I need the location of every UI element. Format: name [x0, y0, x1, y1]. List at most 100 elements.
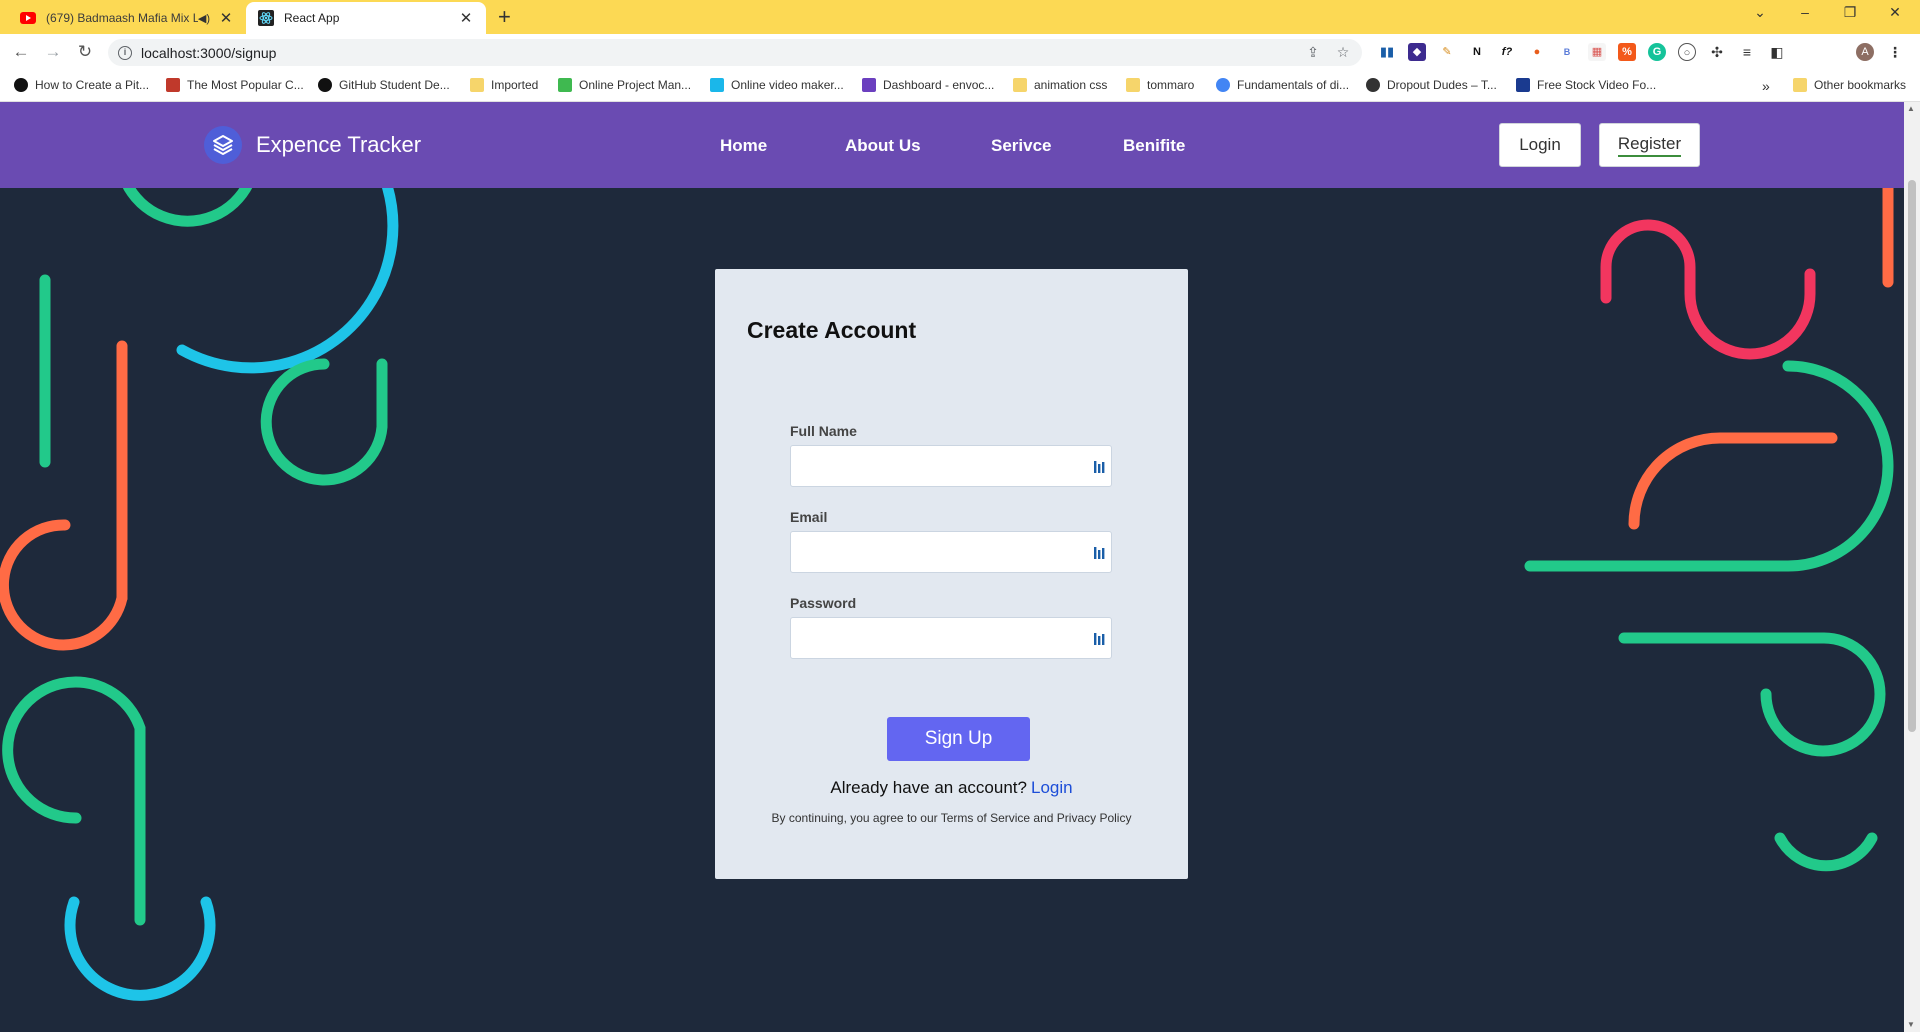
vimeo-icon: [710, 78, 724, 92]
terms-text: By continuing, you agree to our Terms of…: [771, 811, 1132, 825]
scroll-up-arrow-icon[interactable]: ▲: [1907, 104, 1915, 113]
password-field: Password: [790, 595, 1112, 659]
close-tab-icon[interactable]: ✕: [218, 9, 234, 27]
react-icon: [258, 10, 274, 26]
page-scrollbar[interactable]: ▲ ▼: [1904, 102, 1920, 1032]
reload-icon[interactable]: ↻: [74, 41, 96, 63]
extension-icon[interactable]: ○: [1678, 43, 1696, 61]
signup-card: Create Account Full Name Email Password …: [715, 269, 1188, 879]
nav-link-home[interactable]: Home: [720, 136, 767, 156]
bookmark-item[interactable]: How to Create a Pit...: [14, 78, 149, 92]
full-name-input[interactable]: [791, 446, 1111, 486]
bookmark-star-icon[interactable]: ☆: [1332, 44, 1354, 61]
scroll-down-arrow-icon[interactable]: ▼: [1907, 1020, 1915, 1029]
password-manager-icon[interactable]: [1093, 459, 1107, 475]
menu-kebab-icon[interactable]: ⋮: [1886, 43, 1904, 61]
site-info-icon[interactable]: i: [118, 45, 132, 60]
tab-title: React App: [284, 11, 340, 25]
bookmark-item[interactable]: The Most Popular C...: [166, 78, 304, 92]
email-field: Email: [790, 509, 1112, 573]
bookmark-item[interactable]: Dropout Dudes – T...: [1366, 78, 1497, 92]
sign-up-button[interactable]: Sign Up: [887, 717, 1030, 761]
full-name-input-wrapper: [790, 445, 1112, 487]
nav-link-service[interactable]: Serivce: [991, 136, 1052, 156]
extension-icon[interactable]: f?: [1498, 43, 1516, 61]
nav-link-about-us[interactable]: About Us: [845, 136, 921, 156]
bookmark-item[interactable]: GitHub Student De...: [318, 78, 450, 92]
bookmark-item[interactable]: Online video maker...: [710, 78, 844, 92]
bookmark-item[interactable]: Free Stock Video Fo...: [1516, 78, 1656, 92]
folder-icon: [470, 78, 484, 92]
bookmark-label: Imported: [491, 78, 539, 92]
login-link[interactable]: Login: [1031, 778, 1073, 797]
profile-avatar[interactable]: A: [1856, 43, 1874, 61]
minimize-button[interactable]: –: [1785, 4, 1825, 20]
bookmark-item[interactable]: Dashboard - envoc...: [862, 78, 994, 92]
extension-icon[interactable]: %: [1618, 43, 1636, 61]
restore-button[interactable]: ❐: [1830, 4, 1870, 21]
extension-icon[interactable]: ▦: [1588, 43, 1606, 61]
extension-icon[interactable]: B: [1558, 43, 1576, 61]
grammarly-icon[interactable]: G: [1648, 43, 1666, 61]
new-tab-button[interactable]: +: [498, 5, 511, 29]
password-input[interactable]: [791, 618, 1111, 658]
browser-tab-react-app[interactable]: React App ✕: [246, 2, 486, 34]
bookmark-folder[interactable]: Imported: [470, 78, 538, 92]
bookmarks-overflow-button[interactable]: »: [1762, 78, 1770, 94]
side-panel-icon[interactable]: ◧: [1768, 43, 1786, 61]
bookmark-folder[interactable]: animation css: [1013, 78, 1107, 92]
bookmark-favicon-icon: [558, 78, 572, 92]
bookmark-favicon-icon: [862, 78, 876, 92]
login-button[interactable]: Login: [1499, 123, 1581, 167]
nav-link-benefit[interactable]: Benifite: [1123, 136, 1185, 156]
bookmark-label: Free Stock Video Fo...: [1537, 78, 1657, 92]
bookmark-favicon-icon: [1516, 78, 1530, 92]
address-bar[interactable]: i localhost:3000/signup ⇪ ☆: [108, 39, 1362, 66]
extension-icon[interactable]: ✎: [1438, 43, 1456, 61]
browser-toolbar: ← → ↻ i localhost:3000/signup ⇪ ☆ ▮▮ ◆ ✎…: [0, 34, 1920, 70]
bookmark-item[interactable]: Online Project Man...: [558, 78, 691, 92]
back-icon[interactable]: ←: [10, 41, 32, 63]
forward-icon[interactable]: →: [42, 41, 64, 63]
scrollbar-thumb[interactable]: [1908, 180, 1916, 732]
register-button-label: Register: [1617, 134, 1682, 157]
bookmark-folder[interactable]: tommaro: [1126, 78, 1194, 92]
password-manager-icon[interactable]: [1093, 631, 1107, 647]
email-input-wrapper: [790, 531, 1112, 573]
extensions-puzzle-icon[interactable]: ✣: [1708, 43, 1726, 61]
github-icon: [318, 78, 332, 92]
reading-list-icon[interactable]: ≡: [1738, 43, 1756, 61]
bookmark-favicon-icon: [14, 78, 28, 92]
form-title: Create Account: [747, 317, 917, 343]
email-input[interactable]: [791, 532, 1111, 572]
speaker-icon[interactable]: ◀): [198, 12, 210, 25]
bookmark-label: Fundamentals of di...: [1237, 78, 1350, 92]
bookmark-label: Online Project Man...: [579, 78, 692, 92]
extension-icon[interactable]: ◆: [1408, 43, 1426, 61]
close-tab-icon[interactable]: ✕: [458, 9, 474, 27]
login-prompt-text: Already have an account?: [830, 778, 1027, 797]
share-icon[interactable]: ⇪: [1302, 44, 1324, 61]
full-name-label: Full Name: [790, 423, 857, 439]
tab-search-icon[interactable]: ⌄: [1740, 4, 1780, 21]
extension-icon[interactable]: N: [1468, 43, 1486, 61]
brand-name: Expence Tracker: [256, 132, 422, 157]
password-label: Password: [790, 595, 857, 611]
register-button[interactable]: Register: [1599, 123, 1700, 167]
extension-icon[interactable]: ▮▮: [1378, 43, 1396, 61]
page-viewport: Expence Tracker Home About Us Serivce Be…: [0, 102, 1904, 1032]
close-window-button[interactable]: ✕: [1875, 4, 1915, 21]
url-text: localhost:3000/signup: [141, 44, 277, 61]
bookmark-item[interactable]: Fundamentals of di...: [1216, 78, 1349, 92]
bookmarks-bar: How to Create a Pit... The Most Popular …: [0, 70, 1920, 102]
browser-tab-youtube[interactable]: (679) Badmaash Mafia Mix Ly ◀) ✕: [8, 2, 246, 34]
bookmark-label: GitHub Student De...: [339, 78, 450, 92]
password-manager-icon[interactable]: [1093, 545, 1107, 561]
bookmark-label: Dashboard - envoc...: [883, 78, 995, 92]
bookmark-label: tommaro: [1147, 78, 1195, 92]
extension-icon[interactable]: ●: [1528, 43, 1546, 61]
password-input-wrapper: [790, 617, 1112, 659]
brand[interactable]: Expence Tracker: [204, 126, 421, 164]
bookmark-favicon-icon: [166, 78, 180, 92]
other-bookmarks-folder[interactable]: Other bookmarks: [1793, 78, 1906, 92]
